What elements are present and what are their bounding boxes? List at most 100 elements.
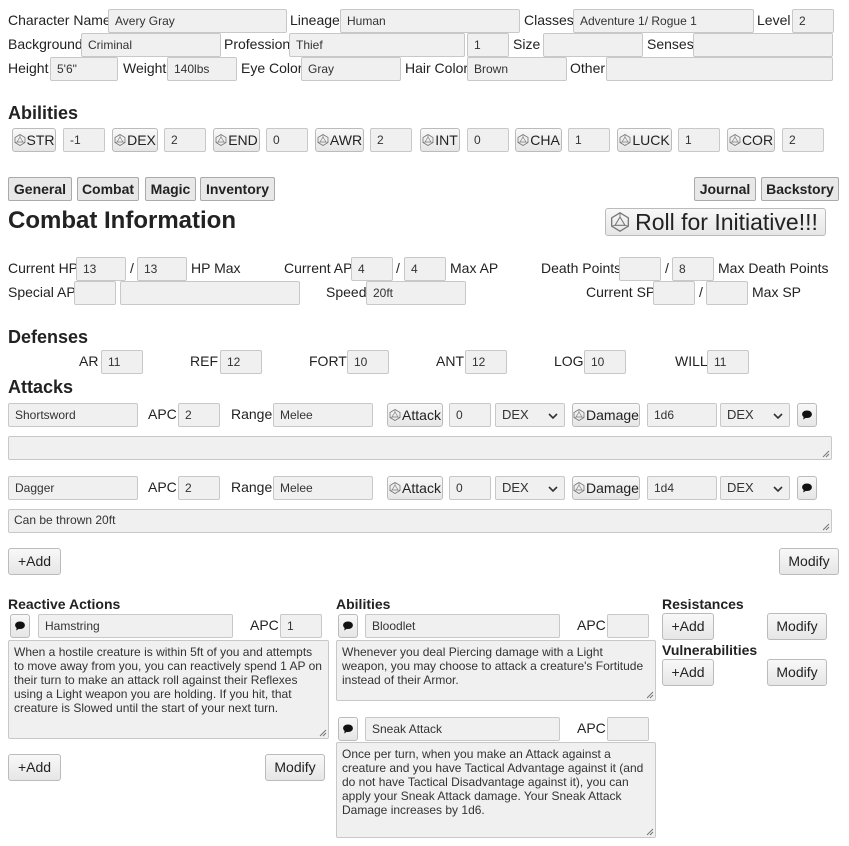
damage-dice-input[interactable]: 1d6 bbox=[647, 403, 717, 427]
defense-value-input[interactable]: 12 bbox=[220, 350, 262, 374]
defense-value-input[interactable]: 10 bbox=[584, 350, 626, 374]
reactive-name-input[interactable]: Hamstring bbox=[38, 614, 233, 638]
sp-max-input[interactable] bbox=[706, 281, 748, 305]
ability-score-input[interactable]: 0 bbox=[266, 128, 308, 152]
attack-comment-button[interactable] bbox=[797, 403, 817, 427]
senses-input[interactable] bbox=[693, 33, 833, 57]
tab-general[interactable]: General bbox=[8, 177, 72, 201]
ability-score-input[interactable]: 2 bbox=[782, 128, 824, 152]
damage-stat-select[interactable]: DEX bbox=[720, 403, 790, 427]
current-ap-input[interactable]: 4 bbox=[351, 257, 393, 281]
weight-input[interactable]: 140lbs bbox=[167, 57, 237, 81]
reactive-comment-button[interactable] bbox=[10, 614, 30, 638]
modify-reactive-button[interactable]: Modify bbox=[265, 754, 325, 781]
current-sp-input[interactable] bbox=[653, 281, 695, 305]
attack-notes-textarea[interactable] bbox=[8, 436, 832, 460]
special-ap-note-input[interactable] bbox=[120, 281, 300, 305]
tab-combat[interactable]: Combat bbox=[77, 177, 139, 201]
defense-value-input[interactable]: 12 bbox=[465, 350, 507, 374]
size-input[interactable] bbox=[543, 33, 643, 57]
damage-roll-button[interactable]: Damage bbox=[572, 403, 640, 427]
profession-input[interactable]: Thief bbox=[289, 33, 465, 57]
ability-roll-button-str[interactable]: STR bbox=[12, 128, 56, 152]
ability-name-input[interactable]: Sneak Attack bbox=[365, 717, 560, 741]
profession-rank-input[interactable]: 1 bbox=[467, 33, 509, 57]
classes-input[interactable]: Adventure 1/ Rogue 1 bbox=[573, 9, 754, 33]
damage-roll-button[interactable]: Damage bbox=[572, 476, 640, 500]
resize-grip-icon[interactable] bbox=[645, 690, 654, 699]
resize-grip-icon[interactable] bbox=[821, 449, 830, 458]
ability-roll-button-cha[interactable]: CHA bbox=[515, 128, 562, 152]
special-ap-input[interactable] bbox=[74, 281, 116, 305]
attack-name-input[interactable]: Shortsword bbox=[8, 403, 138, 427]
death-max-input[interactable]: 8 bbox=[672, 257, 714, 281]
reactive-apc-input[interactable]: 1 bbox=[280, 614, 322, 638]
height-input[interactable]: 5'6" bbox=[50, 57, 118, 81]
ability-roll-button-luck[interactable]: LUCK bbox=[617, 128, 672, 152]
ability-score-input[interactable]: 1 bbox=[568, 128, 610, 152]
attack-roll-button[interactable]: Attack bbox=[387, 476, 443, 500]
eye-color-input[interactable]: Gray bbox=[301, 57, 401, 81]
tab-magic[interactable]: Magic bbox=[145, 177, 196, 201]
attack-stat-select[interactable]: DEX bbox=[495, 403, 565, 427]
reactive-description-textarea[interactable]: When a hostile creature is within 5ft of… bbox=[8, 640, 329, 739]
ability-comment-button[interactable] bbox=[338, 717, 358, 741]
tab-backstory[interactable]: Backstory bbox=[761, 177, 839, 201]
attack-apc-input[interactable]: 2 bbox=[178, 476, 220, 500]
ability-roll-button-awr[interactable]: AWR bbox=[315, 128, 364, 152]
attack-bonus-input[interactable]: 0 bbox=[449, 403, 491, 427]
defense-value-input[interactable]: 11 bbox=[707, 350, 749, 374]
character-name-input[interactable]: Avery Gray bbox=[108, 9, 287, 33]
resize-grip-icon[interactable] bbox=[645, 827, 654, 836]
ability-roll-button-cor[interactable]: COR bbox=[727, 128, 775, 152]
damage-stat-select[interactable]: DEX bbox=[720, 476, 790, 500]
current-hp-input[interactable]: 13 bbox=[76, 257, 126, 281]
add-resistance-button[interactable]: +Add bbox=[662, 613, 714, 640]
modify-resistances-button[interactable]: Modify bbox=[767, 613, 827, 640]
damage-dice-input[interactable]: 1d4 bbox=[647, 476, 717, 500]
attack-notes-textarea[interactable]: Can be thrown 20ft bbox=[8, 509, 832, 533]
roll-initiative-button[interactable]: Roll for Initiative!!! bbox=[605, 208, 826, 236]
ability-apc-input[interactable] bbox=[607, 614, 649, 638]
tab-inventory[interactable]: Inventory bbox=[200, 177, 275, 201]
ability-score-input[interactable]: 1 bbox=[678, 128, 720, 152]
ability-description-textarea[interactable]: Whenever you deal Piercing damage with a… bbox=[336, 640, 656, 701]
defense-value-input[interactable]: 11 bbox=[101, 350, 143, 374]
add-vulnerability-button[interactable]: +Add bbox=[662, 659, 714, 686]
ability-name-input[interactable]: Bloodlet bbox=[365, 614, 560, 638]
other-input[interactable] bbox=[606, 57, 833, 81]
attack-comment-button[interactable] bbox=[797, 476, 817, 500]
ability-roll-button-end[interactable]: END bbox=[213, 128, 260, 152]
attack-apc-input[interactable]: 2 bbox=[178, 403, 220, 427]
background-input[interactable]: Criminal bbox=[81, 33, 221, 57]
lineage-input[interactable]: Human bbox=[340, 9, 520, 33]
attack-range-input[interactable]: Melee bbox=[273, 476, 373, 500]
defense-value-input[interactable]: 10 bbox=[347, 350, 389, 374]
speed-input[interactable]: 20ft bbox=[366, 281, 466, 305]
resize-grip-icon[interactable] bbox=[821, 522, 830, 531]
modify-attacks-button[interactable]: Modify bbox=[779, 548, 839, 575]
ability-score-input[interactable]: 2 bbox=[370, 128, 412, 152]
ability-apc-input[interactable] bbox=[607, 717, 649, 741]
ability-comment-button[interactable] bbox=[338, 614, 358, 638]
ability-roll-button-int[interactable]: INT bbox=[420, 128, 460, 152]
attack-bonus-input[interactable]: 0 bbox=[449, 476, 491, 500]
attack-name-input[interactable]: Dagger bbox=[8, 476, 138, 500]
ability-description-textarea[interactable]: Once per turn, when you make an Attack a… bbox=[336, 742, 656, 838]
attack-range-input[interactable]: Melee bbox=[273, 403, 373, 427]
level-input[interactable]: 2 bbox=[792, 9, 834, 33]
ability-roll-button-dex[interactable]: DEX bbox=[112, 128, 158, 152]
death-points-input[interactable] bbox=[619, 257, 661, 281]
attack-roll-button[interactable]: Attack bbox=[387, 403, 443, 427]
ability-score-input[interactable]: 2 bbox=[164, 128, 206, 152]
ability-score-input[interactable]: 0 bbox=[467, 128, 509, 152]
add-reactive-button[interactable]: +Add bbox=[8, 754, 61, 781]
resize-grip-icon[interactable] bbox=[318, 728, 327, 737]
modify-vulnerabilities-button[interactable]: Modify bbox=[767, 659, 827, 686]
ap-max-input[interactable]: 4 bbox=[404, 257, 446, 281]
tab-journal[interactable]: Journal bbox=[694, 177, 756, 201]
attack-stat-select[interactable]: DEX bbox=[495, 476, 565, 500]
add-attack-button[interactable]: +Add bbox=[8, 548, 61, 575]
hp-max-input[interactable]: 13 bbox=[137, 257, 187, 281]
ability-score-input[interactable]: -1 bbox=[63, 128, 105, 152]
